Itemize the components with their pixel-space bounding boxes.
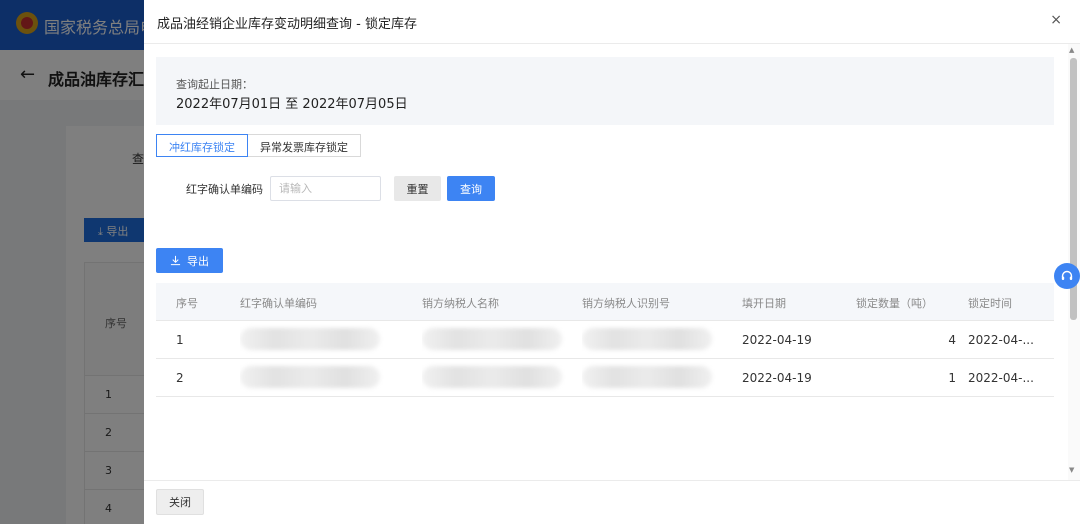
redaction-blur: [422, 366, 562, 388]
scroll-down-icon[interactable]: ▼: [1069, 466, 1074, 474]
cell-seller-name-redacted: [422, 359, 582, 396]
locked-inventory-table: 序号 红字确认单编码 销方纳税人名称 销方纳税人识别号 填开日期 锁定数量（吨）…: [156, 283, 1054, 397]
cell-seller-id-redacted: [582, 321, 742, 358]
date-range-panel: 查询起止日期： 2022年07月01日 至 2022年07月05日: [156, 57, 1054, 125]
column-header-code: 红字确认单编码: [240, 297, 317, 310]
cell-index: 2: [176, 371, 184, 385]
column-header-locked-qty: 锁定数量（吨）: [856, 297, 933, 310]
table-row[interactable]: 2 2022-04-19 1 2022-04-...: [156, 359, 1054, 397]
date-range-label: 查询起止日期：: [176, 78, 253, 91]
export-button[interactable]: 导出: [156, 248, 223, 273]
tab-red-invoice-lock[interactable]: 冲红库存锁定: [156, 134, 248, 157]
cell-lock-time: 2022-04-...: [968, 371, 1034, 385]
column-header-issue-date: 填开日期: [742, 297, 786, 310]
drawer-title: 成品油经销企业库存变动明细查询 - 锁定库存: [157, 17, 417, 32]
drawer-footer: 关闭: [144, 480, 1080, 524]
download-icon: [170, 255, 181, 266]
export-button-label: 导出: [187, 254, 209, 268]
close-button[interactable]: 关闭: [156, 489, 204, 515]
table-header-row: 序号 红字确认单编码 销方纳税人名称 销方纳税人识别号 填开日期 锁定数量（吨）…: [156, 283, 1054, 321]
redaction-blur: [240, 366, 380, 388]
redaction-blur: [240, 328, 380, 350]
tab-abnormal-invoice-lock[interactable]: 异常发票库存锁定: [248, 134, 361, 157]
cell-code-redacted: [240, 359, 422, 396]
redaction-blur: [582, 366, 712, 388]
cell-seller-name-redacted: [422, 321, 582, 358]
cell-index: 1: [176, 333, 184, 347]
column-header-index: 序号: [176, 297, 198, 310]
red-confirm-code-label: 红字确认单编码: [186, 183, 263, 196]
scroll-up-icon[interactable]: ▲: [1069, 46, 1074, 54]
table-row[interactable]: 1 2022-04-19 4 2022-04-...: [156, 321, 1054, 359]
cell-code-redacted: [240, 321, 422, 358]
tab-bar: 冲红库存锁定 异常发票库存锁定: [156, 134, 361, 157]
reset-button[interactable]: 重置: [394, 176, 441, 201]
cell-seller-id-redacted: [582, 359, 742, 396]
cell-lock-time: 2022-04-...: [968, 333, 1034, 347]
column-header-seller-name: 销方纳税人名称: [422, 297, 499, 310]
cell-locked-qty: 1: [948, 371, 956, 385]
headset-icon[interactable]: [1054, 263, 1080, 289]
column-header-seller-id: 销方纳税人识别号: [582, 297, 670, 310]
drawer-header: 成品油经销企业库存变动明细查询 - 锁定库存 ×: [144, 0, 1080, 44]
headset-glyph: [1061, 270, 1073, 280]
cell-locked-qty: 4: [948, 333, 956, 347]
close-icon[interactable]: ×: [1050, 12, 1062, 28]
lock-inventory-drawer: 成品油经销企业库存变动明细查询 - 锁定库存 × 查询起止日期： 2022年07…: [144, 0, 1080, 524]
redaction-blur: [422, 328, 562, 350]
cell-issue-date: 2022-04-19: [742, 371, 812, 385]
column-header-lock-time: 锁定时间: [968, 297, 1012, 310]
date-range-value: 2022年07月01日 至 2022年07月05日: [176, 97, 408, 112]
redaction-blur: [582, 328, 712, 350]
search-button[interactable]: 查询: [447, 176, 495, 201]
cell-issue-date: 2022-04-19: [742, 333, 812, 347]
red-confirm-code-input[interactable]: [270, 176, 381, 201]
